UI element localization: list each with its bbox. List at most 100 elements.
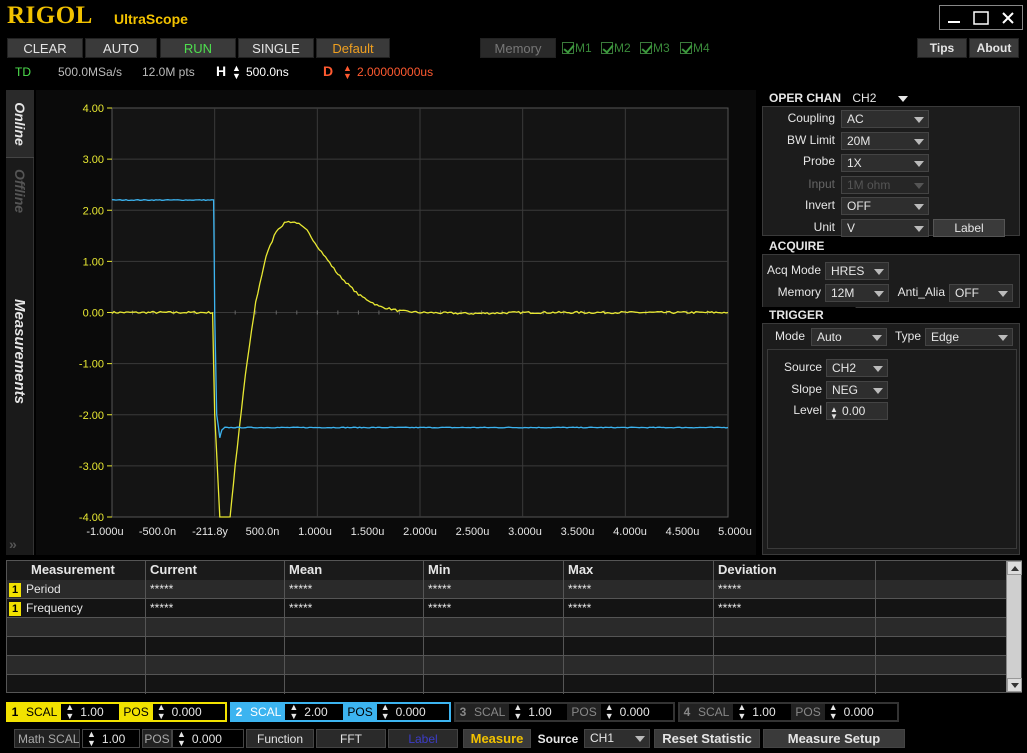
table-row-empty (7, 675, 1007, 694)
x-tick-label: 500.0n (246, 526, 280, 538)
delay-value[interactable]: 2.00000000us (357, 65, 433, 79)
col-empty (876, 561, 1007, 580)
probe-label: Probe (802, 154, 835, 168)
about-button[interactable]: About (969, 38, 1019, 58)
trigger-mode-select[interactable]: Auto (811, 328, 887, 346)
tips-button[interactable]: Tips (917, 38, 967, 58)
function-button[interactable]: Function (246, 729, 314, 748)
trigger-level-input[interactable]: ▲ ▼ 0.00 (826, 402, 888, 421)
minimize-icon[interactable] (940, 6, 967, 29)
horizontal-scale[interactable]: 500.0ns (246, 65, 289, 79)
measure-button[interactable]: Measure (463, 729, 531, 748)
tab-online[interactable]: Online (6, 90, 34, 158)
channel-4-controls[interactable]: 4 SCAL ▲ ▼ 1.00 POS ▲ ▼ 0.000 (678, 702, 899, 722)
measurement-name: Period (26, 582, 61, 596)
measure-source-select[interactable]: CH1 (584, 729, 650, 748)
table-scrollbar[interactable] (1006, 561, 1022, 692)
default-button[interactable]: Default (316, 38, 390, 58)
memory-depth-select[interactable]: 12M (825, 284, 889, 302)
single-button[interactable]: SINGLE (238, 38, 314, 58)
col-mean: Mean (285, 561, 424, 580)
channel-2-position-input[interactable]: ▲ ▼ 0.000 (376, 703, 449, 721)
coupling-select[interactable]: AC (841, 110, 929, 128)
y-tick-label: 4.00 (83, 103, 104, 115)
max-value: ***** (564, 580, 714, 599)
channel-2-controls[interactable]: 2 SCAL ▲ ▼ 2.00 POS ▲ ▼ 0.000 (230, 702, 451, 722)
trigger-slope-select[interactable]: NEG (826, 381, 888, 399)
col-measurement: Measurement (7, 561, 146, 580)
d-spin-icon[interactable]: ▲ ▼ (343, 64, 352, 81)
invert-select[interactable]: OFF (841, 197, 929, 215)
m2-checkbox[interactable]: M2 (601, 40, 631, 56)
math-pos-label: POS (142, 729, 172, 748)
tab-offline[interactable]: Offline (6, 160, 34, 222)
deviation-value: ***** (714, 599, 876, 618)
trigger-box: Mode Auto Type Edge Source CH2 Slope NEG… (762, 323, 1020, 555)
oper-chan-dropdown-icon[interactable] (897, 95, 908, 102)
fft-button[interactable]: FFT (316, 729, 386, 748)
channel-3-scale-input[interactable]: ▲ ▼ 1.00 (509, 703, 568, 721)
m3-checkbox[interactable]: M3 (640, 40, 670, 56)
channel-badge: 1 (9, 602, 21, 616)
acq-mode-label: Acq Mode (766, 263, 821, 277)
math-scal-label: Math SCAL (14, 729, 80, 748)
channel-3-pos-label: POS (571, 705, 597, 719)
expand-chevron-icon[interactable]: » (9, 536, 17, 552)
y-tick-label: 3.00 (83, 154, 104, 166)
m4-checkbox[interactable]: M4 (680, 40, 710, 56)
anti-alias-select[interactable]: OFF (949, 284, 1013, 302)
math-scale-input[interactable]: ▲ ▼ 1.00 (82, 729, 140, 748)
probe-select[interactable]: 1X (841, 154, 929, 172)
maximize-icon[interactable] (967, 6, 994, 29)
measure-setup-button[interactable]: Measure Setup (763, 729, 905, 748)
bw-limit-select[interactable]: 20M (841, 132, 929, 150)
x-tick-label: 4.000u (613, 526, 647, 538)
channel-2-scale-input[interactable]: ▲ ▼ 2.00 (285, 703, 344, 721)
reset-statistic-button[interactable]: Reset Statistic (654, 729, 760, 748)
math-label-button[interactable]: Label (388, 729, 458, 748)
trigger-header: TRIGGER (762, 307, 856, 323)
m1-checkbox[interactable]: M1 (562, 40, 592, 56)
channel-3-position-input[interactable]: ▲ ▼ 0.000 (600, 703, 673, 721)
table-row-empty (7, 637, 1007, 656)
table-row-empty (7, 656, 1007, 675)
run-button[interactable]: RUN (160, 38, 236, 58)
x-tick-label: 1.000u (298, 526, 332, 538)
channel-4-position-input[interactable]: ▲ ▼ 0.000 (824, 703, 897, 721)
memory-points: 12.0M pts (142, 65, 195, 79)
tab-measurements[interactable]: Measurements (6, 226, 34, 476)
waveform-display[interactable]: 4.00 3.00 2.00 1.00 0.00 -1.00 -2.00 -3.00 -4.00… (36, 90, 756, 555)
channel-1-position-input[interactable]: ▲ ▼ 0.000 (152, 703, 225, 721)
memory-depth-label: Memory (777, 285, 821, 299)
close-icon[interactable] (995, 6, 1022, 29)
memory-button[interactable]: Memory (480, 38, 556, 58)
auto-button[interactable]: AUTO (85, 38, 157, 58)
unit-select[interactable]: V (841, 219, 929, 237)
measurement-name: Frequency (26, 601, 83, 615)
math-position-input[interactable]: ▲ ▼ 0.000 (172, 729, 244, 748)
h-spin-icon[interactable]: ▲ ▼ (232, 64, 241, 81)
y-tick-label: 2.00 (83, 205, 104, 217)
scroll-down-icon[interactable] (1007, 678, 1022, 692)
max-value: ***** (564, 599, 714, 618)
trigger-source-label: Source (783, 360, 822, 374)
table-row[interactable]: 1 Frequency ***** ***** ***** ***** ***** (7, 599, 1007, 618)
y-tick-label: 0.00 (83, 308, 104, 320)
oper-chan-select[interactable]: CH2 (852, 91, 876, 105)
channel-3-controls[interactable]: 3 SCAL ▲ ▼ 1.00 POS ▲ ▼ 0.000 (454, 702, 675, 722)
scroll-up-icon[interactable] (1007, 561, 1022, 575)
trigger-source-select[interactable]: CH2 (826, 359, 888, 377)
settings-panel: OPER CHAN CH2 Coupling AC BW Limit 20M P… (762, 90, 1022, 555)
unit-label: Unit (813, 220, 835, 234)
source-label: Source (537, 731, 579, 746)
acq-mode-select[interactable]: HRES (825, 262, 889, 280)
delay-label: D (323, 63, 334, 79)
channel-1-scale-input[interactable]: ▲ ▼ 1.00 (61, 703, 120, 721)
trigger-type-select[interactable]: Edge (925, 328, 1013, 346)
channel-1-controls[interactable]: 1 SCAL ▲ ▼ 1.00 POS ▲ ▼ 0.000 (6, 702, 227, 722)
table-row[interactable]: 1 Period ***** ***** ***** ***** ***** (7, 580, 1007, 599)
clear-button[interactable]: CLEAR (7, 38, 83, 58)
channel-4-scale-input[interactable]: ▲ ▼ 1.00 (733, 703, 792, 721)
oper-chan-box: Coupling AC BW Limit 20M Probe 1X Input … (762, 106, 1020, 237)
channel-label-button[interactable]: Label (933, 219, 1005, 237)
